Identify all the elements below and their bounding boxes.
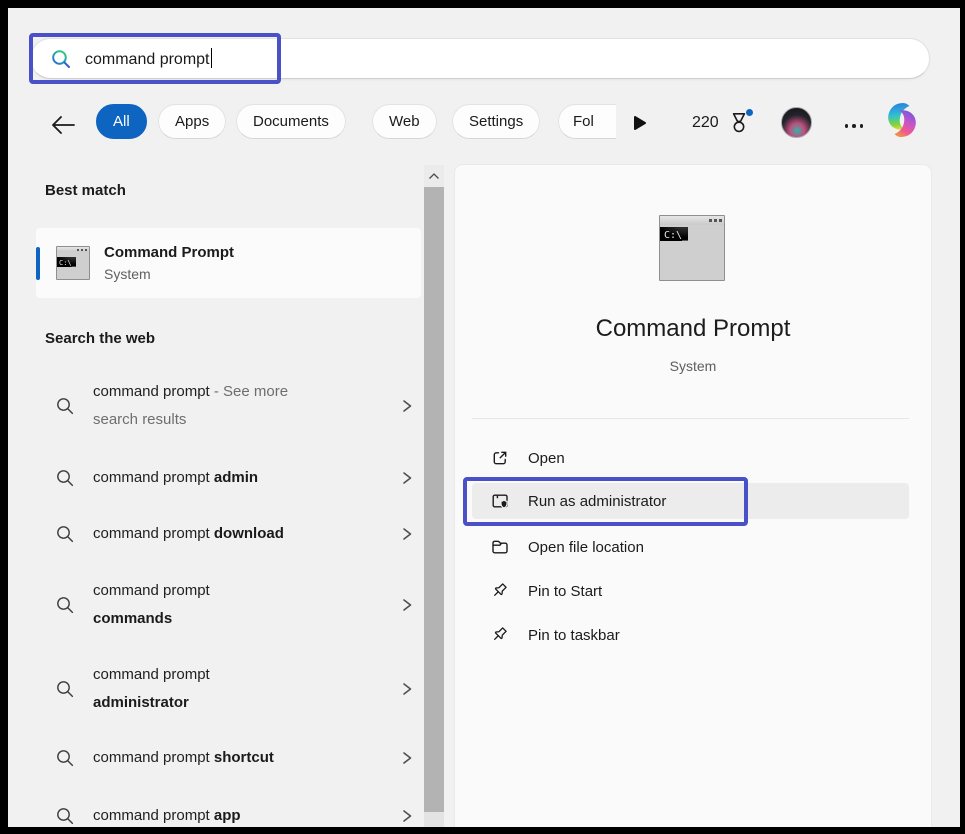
best-match-heading: Best match xyxy=(45,182,126,199)
web-suggestion[interactable]: command prompt commands xyxy=(36,574,426,636)
search-input[interactable]: command prompt xyxy=(30,38,930,79)
folder-icon xyxy=(490,537,510,557)
chevron-up-icon xyxy=(428,172,440,180)
chevron-right-icon xyxy=(400,597,414,613)
web-suggestion[interactable]: command prompt admin xyxy=(36,460,426,496)
back-button[interactable] xyxy=(48,110,78,140)
pin-icon xyxy=(490,625,510,645)
chevron-right-icon xyxy=(400,681,414,697)
text-caret xyxy=(211,48,213,68)
result-subtitle: System xyxy=(104,266,234,282)
web-suggestion[interactable]: command prompt shortcut xyxy=(36,740,426,776)
rewards-trophy-icon xyxy=(726,110,752,136)
selection-accent-bar xyxy=(36,247,40,280)
windows-search-flyout: command prompt All Apps Documents Web Se… xyxy=(8,8,960,827)
search-icon xyxy=(55,595,75,615)
tab-documents[interactable]: Documents xyxy=(236,104,346,139)
result-title: Command Prompt xyxy=(104,244,234,261)
tab-all[interactable]: All xyxy=(96,104,147,139)
search-icon xyxy=(55,396,75,416)
chevron-right-icon xyxy=(400,398,414,414)
search-icon xyxy=(55,748,75,768)
scrollbar-track[interactable] xyxy=(424,812,444,827)
command-prompt-icon: C:\_ xyxy=(56,246,90,280)
user-avatar[interactable] xyxy=(781,107,812,138)
web-suggestion-see-more[interactable]: command prompt - See more search results xyxy=(36,375,426,437)
web-suggestion[interactable]: command prompt download xyxy=(36,516,426,552)
action-run-as-administrator[interactable]: Run as administrator xyxy=(472,483,909,519)
panel-app-title: Command Prompt xyxy=(455,315,931,343)
more-filters-button[interactable] xyxy=(630,114,648,132)
screenshot-root: { "search": { "value": "command prompt" … xyxy=(0,0,965,834)
open-external-icon xyxy=(490,448,510,468)
chevron-right-icon xyxy=(400,750,414,766)
search-query-text: command prompt xyxy=(85,48,212,69)
result-detail-panel: C:\_ Command Prompt System Open xyxy=(455,165,931,827)
command-prompt-icon-large: C:\_ xyxy=(659,215,725,281)
pin-icon xyxy=(490,581,510,601)
search-the-web-heading: Search the web xyxy=(45,330,155,347)
panel-divider xyxy=(472,418,909,419)
tab-apps[interactable]: Apps xyxy=(158,104,226,139)
scrollbar-thumb[interactable] xyxy=(424,187,444,812)
chevron-right-icon xyxy=(400,526,414,542)
rewards-points: 220 xyxy=(692,114,719,132)
search-icon xyxy=(55,468,75,488)
chevron-right-icon xyxy=(400,808,414,824)
action-open-file-location[interactable]: Open file location xyxy=(472,529,909,565)
copilot-button[interactable] xyxy=(882,100,922,140)
search-icon xyxy=(55,679,75,699)
rewards-button[interactable]: 220 xyxy=(692,108,752,138)
chevron-right-icon xyxy=(400,470,414,486)
scrollbar-up-button[interactable] xyxy=(424,165,444,187)
results-scrollbar[interactable] xyxy=(424,165,444,827)
web-suggestion[interactable]: command prompt administrator xyxy=(36,658,426,720)
search-icon xyxy=(50,48,72,70)
action-pin-to-taskbar[interactable]: Pin to taskbar xyxy=(472,617,909,653)
panel-app-subtitle: System xyxy=(455,358,931,374)
notification-dot xyxy=(746,109,753,116)
tab-folders-truncated[interactable]: Fol xyxy=(558,104,616,139)
ellipsis-icon xyxy=(845,124,849,128)
search-icon xyxy=(55,806,75,826)
web-suggestion[interactable]: command prompt app xyxy=(36,798,426,827)
best-match-result[interactable]: C:\_ Command Prompt System xyxy=(36,228,421,298)
tab-web[interactable]: Web xyxy=(372,104,437,139)
run-admin-shield-icon xyxy=(490,491,510,511)
play-arrow-icon xyxy=(630,114,648,132)
copilot-logo-icon xyxy=(882,100,922,140)
action-open[interactable]: Open xyxy=(472,440,909,476)
tab-settings[interactable]: Settings xyxy=(452,104,540,139)
back-arrow-icon xyxy=(50,114,76,136)
more-options-button[interactable] xyxy=(836,118,872,134)
search-icon xyxy=(55,524,75,544)
action-pin-to-start[interactable]: Pin to Start xyxy=(472,573,909,609)
